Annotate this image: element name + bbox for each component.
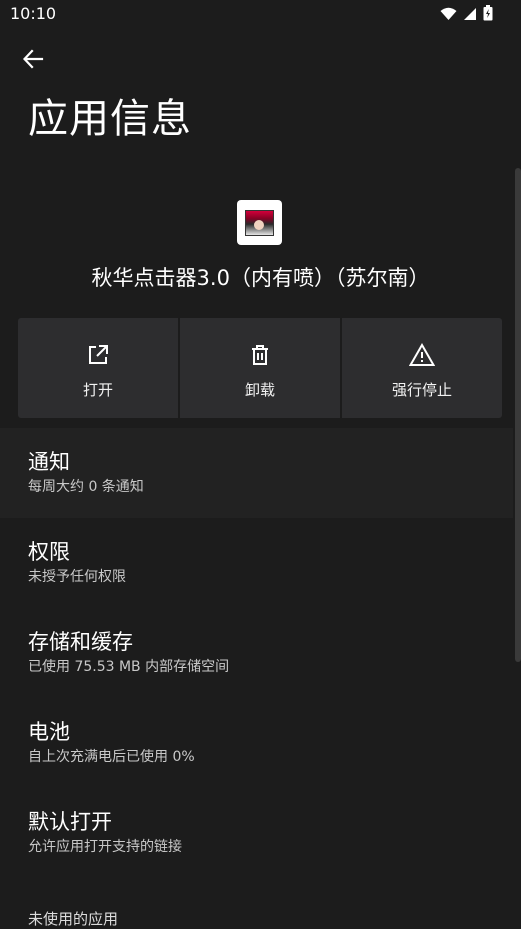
action-bar: 打开 卸载 强行停止 xyxy=(18,318,502,418)
status-icons xyxy=(440,5,493,25)
page-title: 应用信息 xyxy=(28,96,192,142)
item-title: 权限 xyxy=(28,540,70,564)
wifi-icon xyxy=(440,6,457,25)
list-item-permissions[interactable]: 权限 未授予任何权限 xyxy=(0,518,513,608)
item-subtitle: 自上次充满电后已使用 0% xyxy=(28,749,195,765)
app-name: 秋华点击器3.0（内有喷）（苏尔南） xyxy=(91,266,430,290)
list-item-open-by-default[interactable]: 默认打开 允许应用打开支持的链接 xyxy=(0,788,513,878)
list-item-notifications[interactable]: 通知 每周大约 0 条通知 xyxy=(0,428,513,518)
warning-icon xyxy=(408,342,436,371)
item-title: 默认打开 xyxy=(28,810,112,834)
list-item-battery[interactable]: 电池 自上次充满电后已使用 0% xyxy=(0,698,513,788)
battery-charging-icon xyxy=(483,5,493,25)
force-stop-button[interactable]: 强行停止 xyxy=(342,318,502,418)
signal-icon xyxy=(463,6,477,25)
uninstall-button[interactable]: 卸载 xyxy=(180,318,340,418)
app-icon-image xyxy=(245,209,274,236)
open-in-new-icon xyxy=(86,343,110,371)
open-button[interactable]: 打开 xyxy=(18,318,178,418)
force-stop-button-label: 强行停止 xyxy=(391,381,452,399)
arrow-left-icon xyxy=(22,48,44,74)
open-button-label: 打开 xyxy=(82,381,113,399)
item-title: 电池 xyxy=(28,720,70,744)
app-icon xyxy=(237,200,282,245)
uninstall-button-label: 卸载 xyxy=(244,381,275,399)
item-subtitle: 每周大约 0 条通知 xyxy=(28,479,144,495)
item-subtitle: 允许应用打开支持的链接 xyxy=(28,839,182,855)
back-button[interactable] xyxy=(18,46,48,76)
item-subtitle: 已使用 75.53 MB 内部存储空间 xyxy=(28,659,230,675)
status-time: 10:10 xyxy=(10,4,57,23)
item-subtitle: 未授予任何权限 xyxy=(28,569,126,585)
item-title: 存储和缓存 xyxy=(28,630,133,654)
status-bar: 10:10 xyxy=(0,0,521,30)
item-title: 通知 xyxy=(28,450,70,474)
scrollbar[interactable] xyxy=(515,168,521,662)
list-item-storage[interactable]: 存储和缓存 已使用 75.53 MB 内部存储空间 xyxy=(0,608,513,698)
settings-list: 通知 每周大约 0 条通知 权限 未授予任何权限 存储和缓存 已使用 75.53… xyxy=(0,428,513,878)
trash-icon xyxy=(248,343,272,371)
